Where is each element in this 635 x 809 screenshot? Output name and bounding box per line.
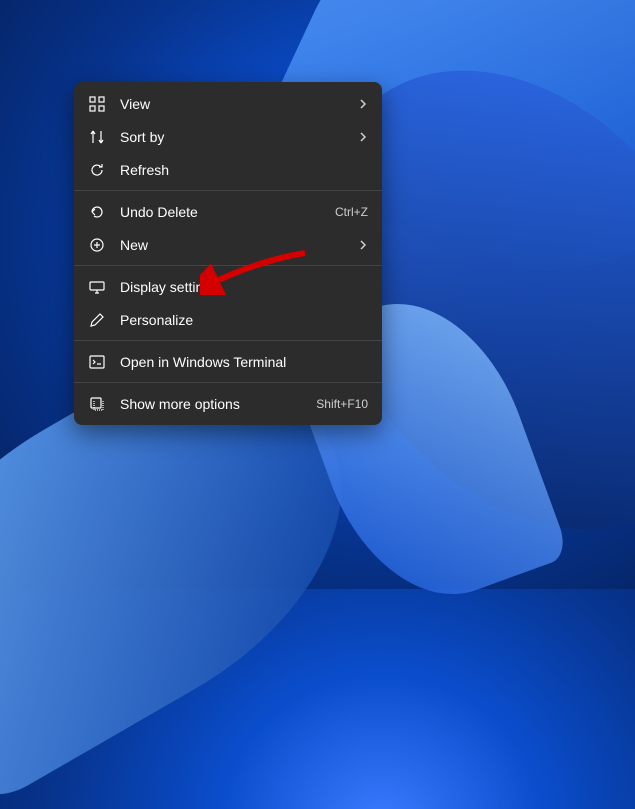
menu-separator: [74, 265, 382, 266]
grid-icon: [88, 95, 106, 113]
menu-item-display-settings[interactable]: Display settings: [74, 270, 382, 303]
chevron-right-icon: [356, 99, 368, 109]
menu-item-personalize[interactable]: Personalize: [74, 303, 382, 336]
menu-separator: [74, 340, 382, 341]
menu-item-undo-delete[interactable]: Undo Delete Ctrl+Z: [74, 195, 382, 228]
menu-item-label: Refresh: [120, 162, 368, 178]
new-icon: [88, 236, 106, 254]
menu-item-sort-by[interactable]: Sort by: [74, 120, 382, 153]
menu-separator: [74, 382, 382, 383]
menu-item-label: Sort by: [120, 129, 342, 145]
chevron-right-icon: [356, 132, 368, 142]
menu-item-label: Show more options: [120, 396, 302, 412]
menu-item-open-in-windows-terminal[interactable]: Open in Windows Terminal: [74, 345, 382, 378]
menu-item-label: Open in Windows Terminal: [120, 354, 368, 370]
terminal-icon: [88, 353, 106, 371]
menu-item-view[interactable]: View: [74, 87, 382, 120]
chevron-right-icon: [356, 240, 368, 250]
menu-item-label: New: [120, 237, 342, 253]
menu-item-label: Undo Delete: [120, 204, 321, 220]
more-icon: [88, 395, 106, 413]
menu-item-show-more-options[interactable]: Show more options Shift+F10: [74, 387, 382, 420]
menu-item-accelerator: Shift+F10: [316, 397, 368, 411]
menu-item-refresh[interactable]: Refresh: [74, 153, 382, 186]
menu-item-label: View: [120, 96, 342, 112]
menu-item-label: Display settings: [120, 279, 368, 295]
menu-item-accelerator: Ctrl+Z: [335, 205, 368, 219]
sort-icon: [88, 128, 106, 146]
menu-item-new[interactable]: New: [74, 228, 382, 261]
undo-icon: [88, 203, 106, 221]
desktop-context-menu: View Sort by Refresh Undo Delete Ctrl+Z New Di…: [74, 82, 382, 425]
display-icon: [88, 278, 106, 296]
personalize-icon: [88, 311, 106, 329]
refresh-icon: [88, 161, 106, 179]
menu-item-label: Personalize: [120, 312, 368, 328]
menu-separator: [74, 190, 382, 191]
